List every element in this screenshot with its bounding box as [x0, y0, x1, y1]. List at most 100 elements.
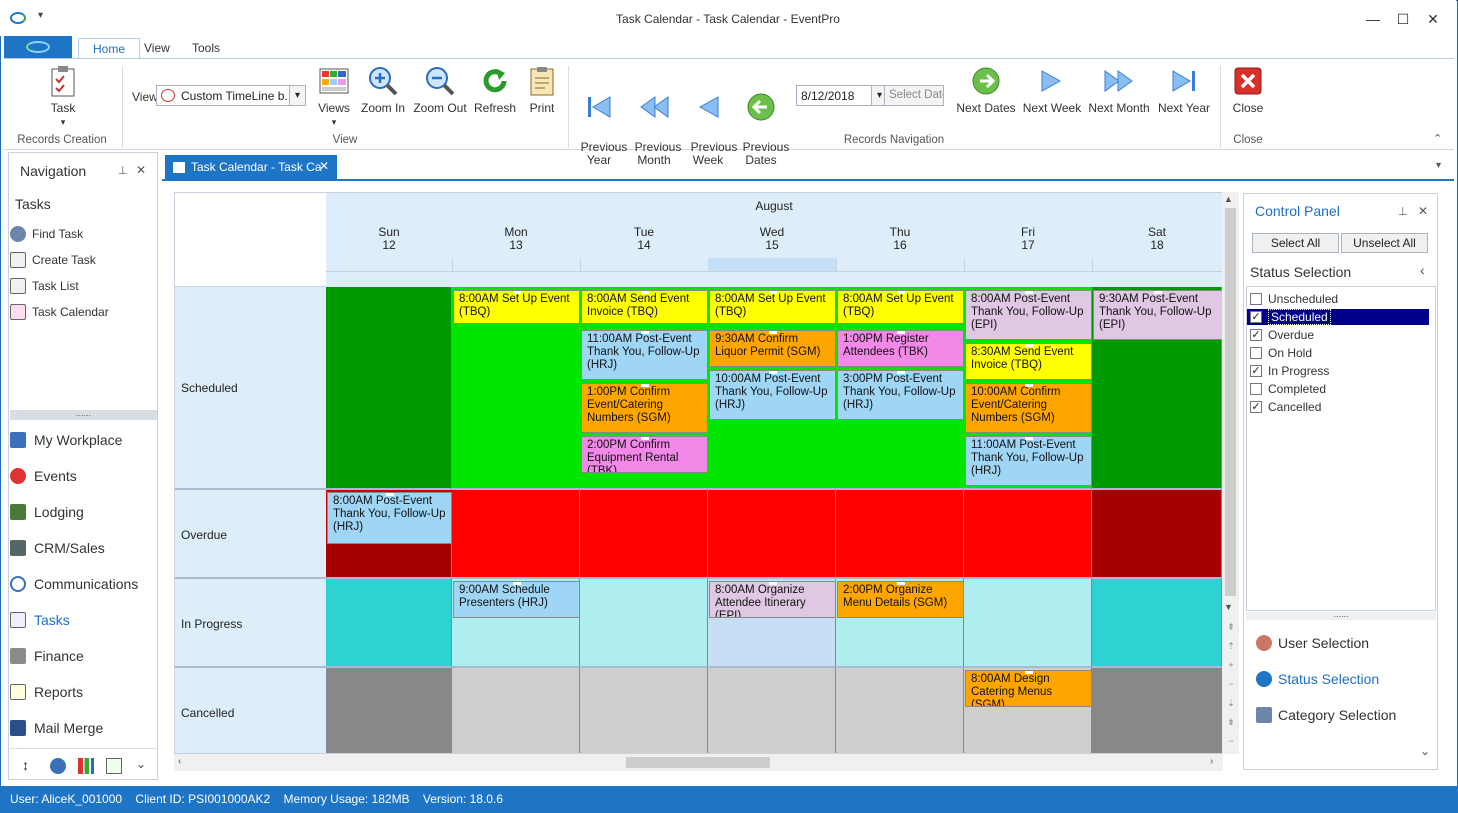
scroll-right-icon[interactable]: ›: [1210, 756, 1213, 767]
appointment[interactable]: 1:00PM Confirm Event/Catering Numbers (S…: [581, 383, 708, 433]
zoom-out-button[interactable]: Zoom Out: [412, 64, 468, 115]
appointment[interactable]: 8:00AM Organize Attendee Itinerary (EPI): [709, 581, 836, 618]
pin-icon[interactable]: ⊥: [1398, 205, 1408, 218]
splitter-grip[interactable]: ......: [10, 409, 157, 420]
appointment[interactable]: 11:00AM Post-Event Thank You, Follow-Up …: [965, 436, 1092, 486]
calendar-cell[interactable]: [1092, 668, 1222, 753]
appointment[interactable]: 10:00AM Confirm Event/Catering Numbers (…: [965, 383, 1092, 433]
appointment[interactable]: 8:00AM Send Event Invoice (TBQ): [581, 290, 708, 324]
appointment[interactable]: 11:00AM Post-Event Thank You, Follow-Up …: [581, 330, 708, 380]
previous-week-button[interactable]: Previous Week: [684, 64, 737, 167]
previous-year-button[interactable]: Previous Year: [574, 64, 627, 167]
status-option[interactable]: ✓ Overdue: [1250, 327, 1432, 343]
calendar-cell[interactable]: [836, 490, 964, 579]
status-option[interactable]: ✓ In Progress: [1250, 363, 1432, 379]
appointment[interactable]: 8:30AM Send Event Invoice (TBQ): [965, 343, 1092, 380]
close-window-icon[interactable]: ✕: [1418, 8, 1448, 30]
scroll-thumb[interactable]: [626, 757, 770, 768]
module-reports[interactable]: Reports: [10, 682, 83, 702]
nav-find-task[interactable]: Find Task: [10, 225, 83, 243]
checkbox[interactable]: ✓: [1250, 311, 1262, 323]
appointment[interactable]: 9:30AM Post-Event Thank You, Follow-Up (…: [1093, 290, 1222, 340]
pin-icon[interactable]: ⊥: [118, 164, 128, 177]
day-header-thu[interactable]: [836, 259, 964, 271]
view-combo[interactable]: Custom TimeLine b... ▾: [156, 85, 306, 106]
sort-icon[interactable]: ↕: [22, 757, 29, 773]
appointment[interactable]: 8:00AM Post-Event Thank You, Follow-Up (…: [965, 290, 1092, 340]
calendar-cell[interactable]: [326, 579, 452, 668]
zoom-in-button[interactable]: Zoom In: [360, 64, 406, 115]
views-button[interactable]: Views ▾: [314, 64, 354, 129]
select-all-button[interactable]: Select All: [1252, 233, 1339, 253]
vertical-scrollbar[interactable]: ▲ ▼ ⇞ ⇡ + − ⇣ ⇟ −: [1222, 192, 1239, 754]
unselect-all-button[interactable]: Unselect All: [1341, 233, 1428, 253]
close-button[interactable]: Close: [1226, 64, 1270, 115]
appointment[interactable]: 8:00AM Set Up Event (TBQ): [453, 290, 580, 324]
day-header-mon[interactable]: [452, 259, 580, 271]
checkbox[interactable]: [1250, 293, 1262, 305]
appointment[interactable]: 2:00PM Organize Menu Details (SGM): [837, 581, 964, 618]
nav-task-calendar[interactable]: Task Calendar: [10, 303, 109, 321]
module-communications[interactable]: Communications: [10, 574, 138, 594]
next-year-button[interactable]: Next Year: [1154, 64, 1214, 115]
document-tab[interactable]: Task Calendar - Task Ca ✕: [165, 155, 337, 179]
calendar-cell[interactable]: [708, 668, 836, 753]
day-header-tue[interactable]: [580, 259, 708, 271]
appointment[interactable]: 8:00AM Design Catering Menus (SGM): [965, 670, 1092, 707]
previous-month-button[interactable]: Previous Month: [628, 64, 681, 167]
chevron-down-icon[interactable]: ▾: [289, 86, 305, 105]
status-selection-link[interactable]: Status Selection: [1256, 671, 1379, 687]
scroll-down-icon[interactable]: ▼: [1224, 602, 1233, 612]
module-crm-sales[interactable]: CRM/Sales: [10, 538, 105, 558]
appointment[interactable]: 10:00AM Post-Event Thank You, Follow-Up …: [709, 370, 836, 420]
collapse-ribbon-icon[interactable]: ⌃: [1433, 132, 1442, 145]
next-week-button[interactable]: Next Week: [1022, 64, 1082, 115]
date-picker[interactable]: 8/12/2018 ▾: [796, 85, 888, 106]
chart-line-icon[interactable]: [106, 758, 122, 774]
tab-dropdown-icon[interactable]: ▾: [1436, 160, 1441, 171]
status-option[interactable]: Completed: [1250, 381, 1432, 397]
appointment[interactable]: 9:00AM Schedule Presenters (HRJ): [453, 581, 580, 618]
appointment[interactable]: 8:00AM Set Up Event (TBQ): [837, 290, 964, 324]
appointment[interactable]: 1:00PM Register Attendees (TBK): [837, 330, 964, 367]
checkbox[interactable]: [1250, 347, 1262, 359]
calendar-cell[interactable]: [836, 668, 964, 753]
calendar-cell[interactable]: [1092, 490, 1222, 579]
bar-chart-icon[interactable]: [78, 758, 94, 774]
checkbox[interactable]: ✓: [1250, 329, 1262, 341]
chevron-left-icon[interactable]: ‹: [1420, 262, 1425, 278]
chevron-down-icon[interactable]: ⌄: [136, 757, 146, 771]
horizontal-scrollbar[interactable]: ‹ ›: [174, 754, 1223, 771]
status-option[interactable]: Unscheduled: [1250, 291, 1432, 307]
calendar-cell[interactable]: [452, 490, 580, 579]
tab-view[interactable]: View: [130, 38, 184, 58]
chevron-down-icon[interactable]: ⌄: [1420, 744, 1430, 758]
scroll-left-icon[interactable]: ‹: [178, 756, 181, 767]
module-finance[interactable]: Finance: [10, 646, 84, 666]
globe-icon[interactable]: [50, 758, 66, 774]
status-option[interactable]: ✓ Cancelled: [1250, 399, 1432, 415]
module-my-workplace[interactable]: My Workplace: [10, 430, 122, 450]
checkbox[interactable]: ✓: [1250, 365, 1262, 377]
appointment[interactable]: 8:00AM Post-Event Thank You, Follow-Up (…: [327, 492, 452, 544]
category-selection-link[interactable]: Category Selection: [1256, 707, 1396, 723]
close-tab-icon[interactable]: ✕: [319, 159, 329, 173]
calendar-cell[interactable]: [1092, 579, 1222, 668]
resize-row-handles[interactable]: ⇞ ⇡ + − ⇣ ⇟ −: [1225, 618, 1237, 751]
calendar-cell[interactable]: [326, 287, 452, 490]
day-header-sat[interactable]: [1092, 259, 1222, 271]
calendar-cell[interactable]: [964, 579, 1092, 668]
appointment[interactable]: 8:00AM Set Up Event (TBQ): [709, 290, 836, 324]
calendar-cell[interactable]: [964, 490, 1092, 579]
scroll-thumb[interactable]: [1225, 208, 1236, 596]
minimize-icon[interactable]: —: [1358, 8, 1388, 30]
close-navigation-icon[interactable]: ✕: [136, 163, 146, 177]
module-lodging[interactable]: Lodging: [10, 502, 84, 522]
appointment[interactable]: 2:00PM Confirm Equipment Rental (TBK): [581, 436, 708, 473]
maximize-icon[interactable]: ☐: [1388, 8, 1418, 30]
calendar-cell[interactable]: [580, 490, 708, 579]
appointment[interactable]: 3:00PM Post-Event Thank You, Follow-Up (…: [837, 370, 964, 420]
nav-create-task[interactable]: Create Task: [10, 251, 96, 269]
day-header-fri[interactable]: [964, 259, 1092, 271]
file-menu-button[interactable]: [4, 36, 72, 58]
